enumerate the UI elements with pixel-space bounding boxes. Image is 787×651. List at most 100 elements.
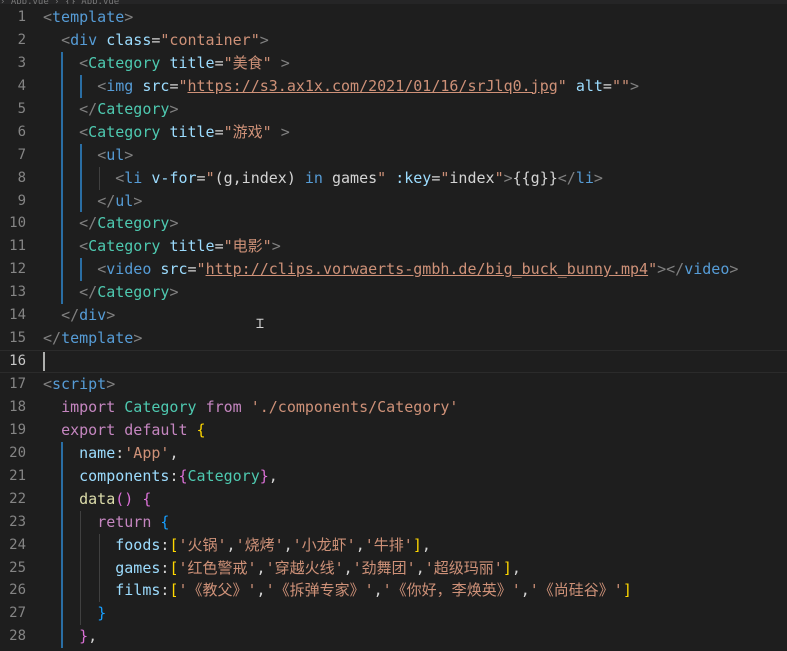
line-number: 9 xyxy=(17,192,26,209)
code-editor[interactable]: › App.vue › {} App.vue 1<template>2 <div… xyxy=(0,0,787,651)
code-line[interactable]: 28 }, xyxy=(0,625,787,649)
code-line[interactable]: 22 data() { xyxy=(0,487,787,511)
code-text[interactable]: return { xyxy=(43,511,169,534)
code-line[interactable]: 1 <template> xyxy=(0,6,787,29)
code-line[interactable]: 5 </Category> xyxy=(0,97,787,121)
code-token[interactable]: http://clips.vorwaerts-gmbh.de/big_buck_… xyxy=(206,260,649,278)
code-line[interactable]: 11 <Category title="电影"> xyxy=(0,235,787,259)
code-token: src xyxy=(160,260,188,279)
code-line[interactable]: 23 return { xyxy=(0,510,787,534)
code-line[interactable]: 18 import Category from './components/Ca… xyxy=(0,396,787,419)
code-line[interactable]: 12 <video src="http://clips.vorwaerts-gm… xyxy=(0,258,787,282)
code-text[interactable]: <img src = "https://s3.ax1x.com/2021/01/16… xyxy=(43,75,639,98)
code-text[interactable]: export default { xyxy=(43,419,206,442)
code-line[interactable]: 2 <div class="container"> xyxy=(0,29,787,52)
code-text[interactable]: <video src="http://clips.vorwaerts-gmbh.… xyxy=(43,258,738,281)
code-line[interactable]: 25 games:['红色警戒','穿越火线','劲舞团','超级玛丽'], xyxy=(0,556,787,580)
code-token: '《拆弹专家》' xyxy=(265,581,374,600)
code-line[interactable]: 10 </Category> xyxy=(0,212,787,236)
code-token: games xyxy=(322,168,378,187)
code-line[interactable]: 21 components:{Category}, xyxy=(0,464,787,488)
code-text[interactable]: <ul> xyxy=(43,144,133,167)
code-text[interactable]: </div> xyxy=(43,304,115,327)
code-line[interactable]: 8 <li v-for="(g,index) in games" :key="i… xyxy=(0,166,787,190)
line-number: 28 xyxy=(9,628,26,645)
editor-lines[interactable]: 1 <template> 2 <div class="container"> 3 <C… xyxy=(0,6,787,649)
code-line[interactable]: 14 </div> xyxy=(0,304,787,327)
code-text[interactable]: </Category> xyxy=(43,212,178,235)
code-line[interactable]: 19 export default { xyxy=(0,419,787,442)
code-line[interactable]: 6 <Category title="游戏" > xyxy=(0,120,787,144)
code-text[interactable]: </ul> xyxy=(43,190,142,213)
code-token: Category xyxy=(88,122,161,141)
breadcrumb[interactable]: › App.vue › {} App.vue xyxy=(0,0,787,4)
code-text[interactable]: <div class="container"> xyxy=(43,29,269,52)
code-text[interactable]: <li v-for="(g,index) in games" :key="ind… xyxy=(43,167,603,190)
code-text[interactable]: <Category title="游戏" > xyxy=(43,121,290,144)
code-text[interactable]: games:['红色警戒','穿越火线','劲舞团','超级玛丽'], xyxy=(43,557,521,580)
code-token: < xyxy=(115,168,125,187)
code-text[interactable]: </Category> xyxy=(43,281,178,304)
code-token: Category xyxy=(97,214,170,233)
code-token: } xyxy=(259,466,269,485)
code-text[interactable]: import Category from './components/Categ… xyxy=(43,396,458,419)
code-token[interactable]: https://s3.ax1x.com/2021/01/16/srJlq0.jp… xyxy=(188,77,558,95)
code-text[interactable]: <Category title="美食" > xyxy=(43,52,290,75)
code-token: , xyxy=(283,535,293,554)
line-number: 21 xyxy=(9,467,26,484)
code-token: video xyxy=(106,260,152,279)
line-number: 11 xyxy=(9,238,26,255)
code-text[interactable]: <script> xyxy=(43,373,115,396)
code-line[interactable]: 20 name:'App', xyxy=(0,441,787,465)
code-line[interactable]: 15 </template> xyxy=(0,327,787,350)
code-token: '烧烤' xyxy=(235,535,284,554)
code-text[interactable]: <template> xyxy=(43,6,133,29)
code-token: > xyxy=(259,30,269,49)
code-text[interactable]: } xyxy=(43,602,106,625)
code-token: "美食" xyxy=(223,53,272,72)
code-line[interactable]: 9 </ul> xyxy=(0,189,787,213)
code-text[interactable]: data() { xyxy=(43,488,151,511)
code-token: { xyxy=(142,489,152,508)
code-line[interactable]: 27 } xyxy=(0,602,787,626)
code-line[interactable]: 3 <Category title="美食" > xyxy=(0,51,787,75)
code-token: from xyxy=(205,397,242,416)
code-text[interactable]: components:{Category}, xyxy=(43,465,278,488)
code-text[interactable]: foods:['火锅','烧烤','小龙虾','牛排'], xyxy=(43,534,431,557)
code-token: default xyxy=(124,420,188,439)
code-text[interactable]: </template> xyxy=(43,327,142,350)
code-text[interactable]: }, xyxy=(43,625,97,648)
code-text[interactable]: <Category title="电影"> xyxy=(43,235,281,258)
line-number: 4 xyxy=(17,77,26,94)
code-text[interactable]: name:'App', xyxy=(43,442,178,465)
code-token: title xyxy=(169,122,215,141)
code-token: , xyxy=(415,558,425,577)
code-token: :key xyxy=(395,168,432,187)
code-token: < xyxy=(79,53,89,72)
code-text[interactable]: </Category> xyxy=(43,98,178,121)
code-line[interactable]: 7 <ul> xyxy=(0,143,787,167)
code-token: ul xyxy=(106,145,125,164)
code-token: ] xyxy=(622,581,632,600)
code-line[interactable]: 17 <script> xyxy=(0,373,787,396)
code-token: " xyxy=(178,76,188,95)
code-line[interactable]: 24 foods:['火锅','烧烤','小龙虾','牛排'], xyxy=(0,533,787,557)
code-line[interactable]: 4 <img src = "https://s3.ax1x.com/2021/01/… xyxy=(0,74,787,98)
code-token: "container" xyxy=(160,30,260,49)
code-line[interactable]: 26 films:['《教父》','《拆弹专家》','《你好，李焕英》','《尚… xyxy=(0,579,787,603)
code-token: < xyxy=(79,122,89,141)
code-line[interactable]: 16 xyxy=(0,350,787,373)
code-line[interactable]: 13 </Category> xyxy=(0,281,787,305)
code-text[interactable]: films:['《教父》','《拆弹专家》','《你好，李焕英》','《尚硅谷》… xyxy=(43,579,632,602)
code-token: , xyxy=(511,558,521,577)
